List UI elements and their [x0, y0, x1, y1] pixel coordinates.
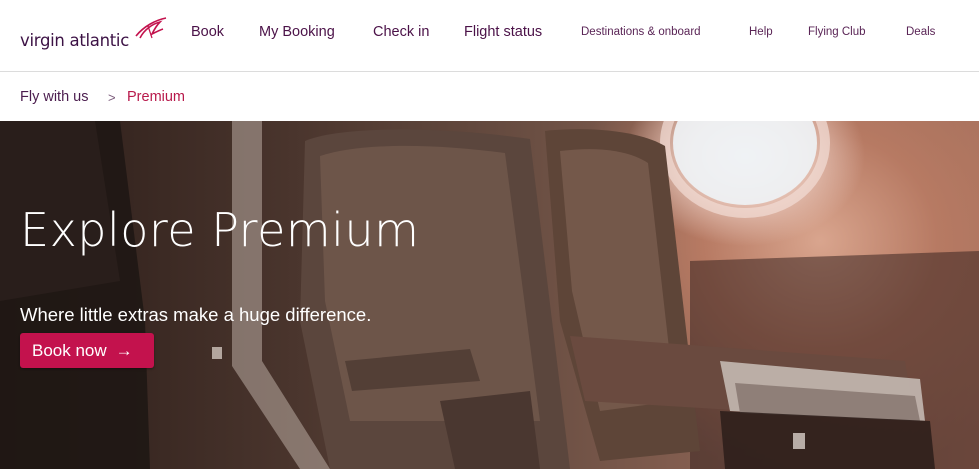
breadcrumb-parent-link[interactable]: Fly with us — [20, 89, 89, 105]
hero-banner: Explore Premium Where little extras make… — [0, 121, 979, 469]
breadcrumb-current: Premium — [127, 89, 186, 105]
nav-item-deals[interactable]: Deals — [906, 26, 935, 38]
arrow-right-icon: → — [115, 340, 133, 360]
nav-item-help[interactable]: Help — [749, 26, 773, 38]
nav-item-flying-club[interactable]: Flying Club — [808, 26, 866, 38]
nav-item-flight-status[interactable]: Flight status — [464, 24, 542, 40]
nav-item-my-booking[interactable]: My Booking — [259, 24, 335, 40]
book-now-button[interactable]: Book now → — [20, 333, 154, 368]
hero-seat-image — [0, 121, 979, 469]
hero-title: Explore Premium — [20, 203, 420, 257]
breadcrumb: Fly with us > Premium — [0, 73, 979, 121]
site-header: virgin atlantic Book My Booking Check in… — [0, 0, 979, 72]
main-nav: Book My Booking Check in Flight status D… — [0, 0, 979, 72]
book-now-label: Book now — [32, 340, 107, 360]
hero-subtitle: Where little extras make a huge differen… — [20, 304, 372, 325]
breadcrumb-separator: > — [108, 90, 116, 105]
nav-item-check-in[interactable]: Check in — [373, 24, 429, 40]
nav-item-book[interactable]: Book — [191, 24, 224, 40]
nav-item-destinations[interactable]: Destinations & onboard — [581, 26, 701, 38]
